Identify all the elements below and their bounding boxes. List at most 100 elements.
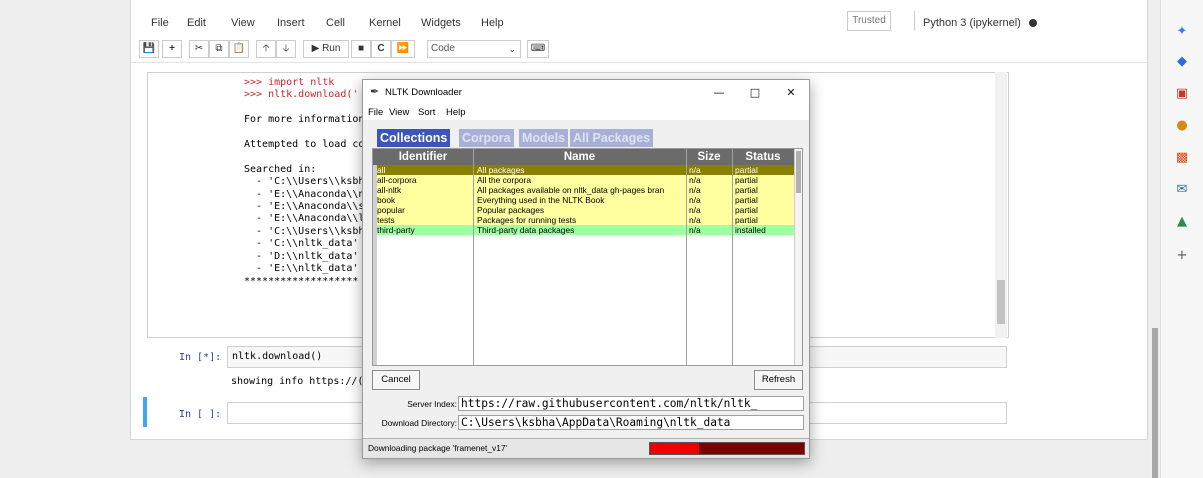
office-icon[interactable]: ▩ [1174, 150, 1190, 166]
table-row[interactable]: tests Packages for running tests n/a partia… [373, 215, 794, 225]
restart-button[interactable]: C [371, 40, 391, 58]
page-scrollbar-thumb[interactable] [1152, 328, 1158, 478]
maximize-icon: □ [749, 86, 761, 99]
cell-name: All packages available on nltk_data gh-p… [477, 185, 665, 195]
server-index-field[interactable]: https://raw.githubusercontent.com/nltk/n… [458, 396, 804, 411]
dl-menu-view[interactable]: View [389, 107, 409, 118]
cell-type-select[interactable]: Code ⌄ [427, 40, 521, 58]
add-icon[interactable]: + [1174, 248, 1190, 264]
cell-size: n/a [689, 205, 701, 215]
cell-identifier: third-party [377, 225, 415, 235]
output-line: - 'E:\\Anaconda\\l [244, 213, 365, 225]
move-up-button[interactable]: 🡡 [256, 40, 276, 58]
menu-kernel[interactable]: Kernel [369, 17, 401, 29]
restart-run-all-button[interactable]: ⏩ [391, 40, 415, 58]
column-divider [686, 149, 687, 365]
paste-icon: 📋 [232, 43, 246, 54]
cell-identifier: all [377, 165, 386, 175]
cut-button[interactable]: ✂ [189, 40, 209, 58]
trusted-badge[interactable]: Trusted [847, 11, 891, 31]
tree-icon[interactable]: ▲ [1174, 214, 1190, 230]
output-line: >>> nltk.download(' [244, 89, 359, 101]
toolbox-icon[interactable]: ▣ [1174, 86, 1190, 102]
copy-icon: ⧉ [215, 43, 223, 54]
output-line: - 'E:\\Anaconda\\s [244, 201, 365, 213]
cell-status: partial [735, 165, 758, 175]
menu-help[interactable]: Help [481, 17, 504, 29]
save-button[interactable]: 💾 [139, 40, 159, 58]
menu-view[interactable]: View [231, 17, 255, 29]
table-row[interactable]: book Everything used in the NLTK Book n/a p… [373, 195, 794, 205]
column-divider [732, 149, 733, 365]
cell-name: All the corpora [477, 175, 531, 185]
dl-menu-sort[interactable]: Sort [418, 107, 435, 118]
menu-widgets[interactable]: Widgets [421, 17, 461, 29]
cell-identifier: book [377, 195, 396, 205]
tag-icon[interactable]: ◆ [1174, 54, 1190, 70]
notebook-toolbar: 💾 + ✂ ⧉ 📋 🡡 🡣 ▶ Run ■ C ⏩ Code ⌄ ⌨ [131, 38, 1147, 62]
cell-status: installed [735, 225, 766, 235]
cell-identifier: popular [377, 205, 405, 215]
output-line: - 'E:\\nltk_data' [244, 263, 359, 275]
table-row[interactable]: third-party Third-party data packages n/a i… [373, 225, 794, 235]
toolbar-divider [131, 62, 1147, 63]
close-icon: ✕ [786, 86, 796, 99]
output-line: Searched in: [244, 163, 317, 175]
paste-button[interactable]: 📋 [229, 40, 249, 58]
command-palette-button[interactable]: ⌨ [527, 40, 549, 58]
table-row[interactable]: popular Popular packages n/a partial [373, 205, 794, 215]
run-label: Run [322, 43, 341, 54]
column-status[interactable]: Status [732, 149, 794, 165]
table-row[interactable]: all-nltk All packages available on nltk_d… [373, 185, 794, 195]
stop-icon: ■ [357, 43, 365, 54]
nltk-downloader-window: ✒ NLTK Downloader — □ ✕ File View Sort H… [362, 79, 810, 459]
downloader-menubar: File View Sort Help [363, 106, 809, 120]
minimize-button[interactable]: — [709, 84, 729, 102]
dl-menu-help[interactable]: Help [446, 107, 466, 118]
cell-name: Third-party data packages [477, 225, 575, 235]
menu-edit[interactable]: Edit [187, 17, 206, 29]
cell-size: n/a [689, 225, 701, 235]
table-scrollbar-thumb[interactable] [796, 151, 801, 193]
interrupt-button[interactable]: ■ [351, 40, 371, 58]
run-button[interactable]: ▶ Run [303, 40, 349, 58]
keyboard-icon: ⌨ [530, 43, 546, 54]
output-line: - 'C:\\nltk_data' [244, 238, 359, 250]
tab-models[interactable]: Models [519, 129, 569, 147]
menubar-separator [914, 11, 915, 31]
column-name[interactable]: Name [473, 149, 686, 165]
tab-all-packages[interactable]: All Packages [570, 129, 654, 147]
menu-file[interactable]: File [151, 17, 169, 29]
tab-collections[interactable]: Collections [377, 129, 451, 147]
download-status-text: Downloading package 'framenet_v17' [368, 443, 508, 453]
table-row[interactable]: all All packages n/a partial [373, 165, 794, 175]
table-row[interactable]: all-corpora All the corpora n/a partial [373, 175, 794, 185]
tab-corpora[interactable]: Corpora [459, 129, 514, 147]
output-line: >>> import nltk [244, 77, 335, 88]
download-directory-field[interactable]: C:\Users\ksbha\AppData\Roaming\nltk_data [458, 415, 804, 430]
window-titlebar[interactable]: ✒ NLTK Downloader — □ ✕ [363, 80, 809, 106]
move-down-button[interactable]: 🡣 [276, 40, 296, 58]
server-index-label: Server Index: [407, 399, 457, 409]
dl-menu-file[interactable]: File [368, 107, 383, 118]
column-size[interactable]: Size [686, 149, 732, 165]
cell-identifier: all-nltk [377, 185, 402, 195]
copilot-icon[interactable]: ✦ [1174, 24, 1190, 40]
column-identifier[interactable]: Identifier [373, 149, 473, 165]
menu-insert[interactable]: Insert [277, 17, 305, 29]
menu-cell[interactable]: Cell [326, 17, 345, 29]
insert-cell-button[interactable]: + [162, 40, 182, 58]
package-table[interactable]: Identifier Name Size Status all All packa… [372, 148, 803, 366]
maximize-button[interactable]: □ [745, 84, 765, 102]
copy-button[interactable]: ⧉ [209, 40, 229, 58]
close-button[interactable]: ✕ [781, 84, 801, 102]
identifier-scrollbar[interactable] [373, 165, 377, 365]
cancel-button[interactable]: Cancel [372, 370, 420, 390]
people-icon[interactable]: ● [1174, 118, 1190, 134]
kernel-name[interactable]: Python 3 (ipykernel) [923, 17, 1021, 29]
refresh-button[interactable]: Refresh [754, 370, 803, 390]
output-scrollbar-thumb[interactable] [997, 280, 1005, 324]
cell-status: partial [735, 185, 758, 195]
cell-size: n/a [689, 165, 701, 175]
outlook-icon[interactable]: ✉ [1174, 182, 1190, 198]
